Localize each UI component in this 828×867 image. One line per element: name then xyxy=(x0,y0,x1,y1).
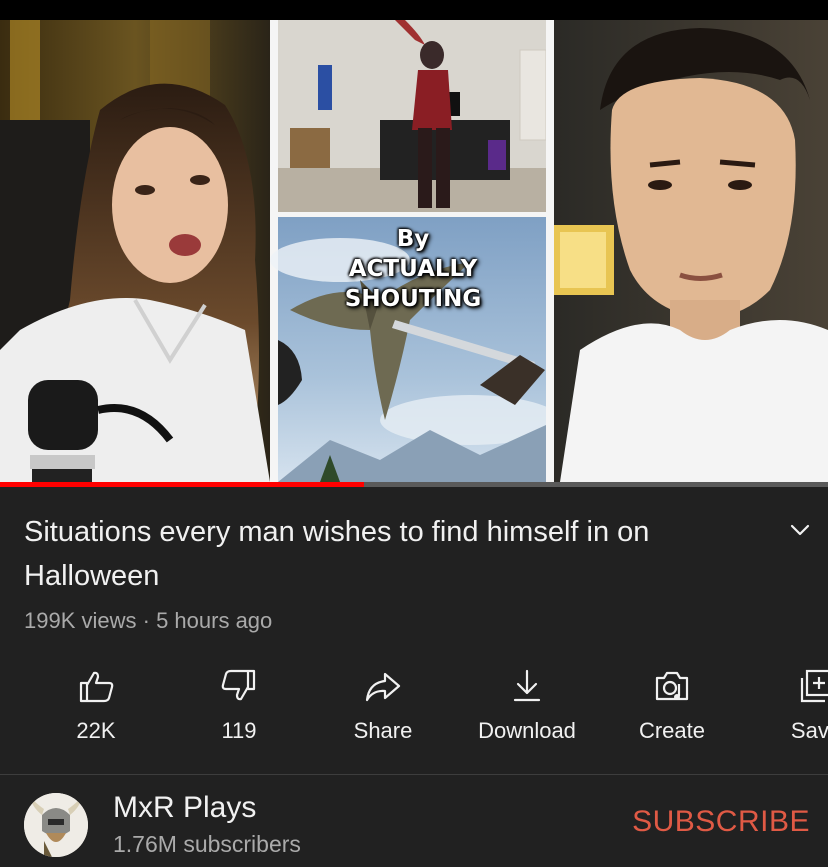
chevron-down-icon[interactable] xyxy=(786,516,814,544)
dislike-count: 119 xyxy=(221,718,257,743)
upload-age: 5 hours ago xyxy=(156,608,273,633)
save-button[interactable]: Save xyxy=(746,660,828,756)
create-label: Create xyxy=(638,718,706,743)
like-count: 22K xyxy=(76,718,116,743)
subscriber-count: 1.76M subscribers xyxy=(113,831,301,857)
action-bar: 22K 119 Share Download Create Sav xyxy=(0,660,828,760)
helmet-icon xyxy=(24,793,88,857)
share-icon xyxy=(365,672,401,702)
overlay-line-by: By xyxy=(396,226,430,252)
save-icon xyxy=(800,669,828,703)
like-button[interactable]: 22K xyxy=(26,660,166,756)
share-label: Share xyxy=(353,718,413,743)
channel-name[interactable]: MxR Plays xyxy=(113,791,256,825)
download-icon xyxy=(513,669,541,702)
progress-bar[interactable] xyxy=(0,482,828,487)
create-button[interactable]: Create xyxy=(602,660,742,756)
video-player[interactable]: By ACTUALLY SHOUTING xyxy=(0,0,828,487)
save-label: Save xyxy=(790,718,828,743)
download-label: Download xyxy=(478,718,576,743)
view-count: 199K views xyxy=(24,608,137,633)
thumbs-down-icon xyxy=(221,669,256,701)
video-meta: 199K views · 5 hours ago xyxy=(24,608,272,634)
overlay-line-shouting: SHOUTING xyxy=(344,286,482,312)
overlay-line-actually: ACTUALLY xyxy=(348,256,478,282)
video-title: Situations every man wishes to find hims… xyxy=(24,516,650,592)
subscribe-button[interactable]: SUBSCRIBE xyxy=(610,805,810,839)
meta-separator: · xyxy=(136,608,157,633)
thumbs-up-icon xyxy=(79,671,114,703)
progress-fill xyxy=(0,482,365,487)
create-icon xyxy=(655,671,689,701)
channel-avatar[interactable] xyxy=(24,793,88,857)
download-button[interactable]: Download xyxy=(457,660,597,756)
dislike-button[interactable]: 119 xyxy=(169,660,309,756)
share-button[interactable]: Share xyxy=(313,660,453,756)
channel-row: MxR Plays 1.76M subscribers SUBSCRIBE xyxy=(0,775,828,867)
